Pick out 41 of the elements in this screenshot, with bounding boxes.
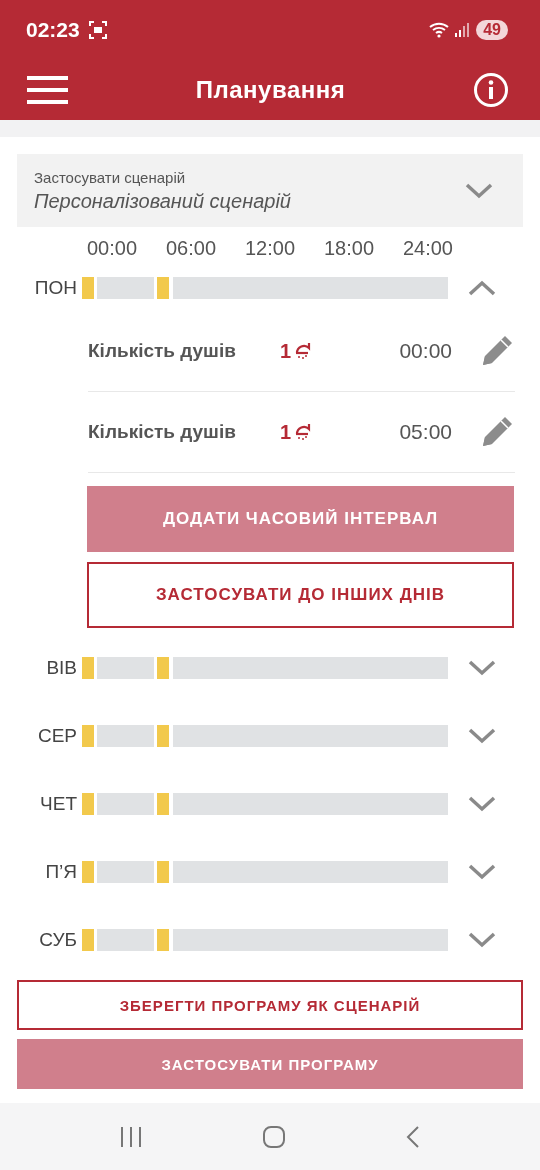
expand-chevron-icon[interactable] [465,182,493,199]
interval-label: Кількість душів [88,421,237,443]
home-icon[interactable] [262,1124,286,1149]
expand-chevron-icon[interactable] [468,660,496,676]
recent-apps-icon[interactable] [119,1125,144,1148]
shower-icon [294,422,313,442]
interval-time: 05:00 [398,420,452,444]
time-axis-label: 18:00 [323,237,374,260]
battery-indicator: 49 [476,20,508,40]
interval-label: Кількість душів [88,340,237,362]
shower-count: 1 [280,339,292,363]
apply-to-other-days-button[interactable]: ЗАСТОСУВАТИ ДО ІНШИХ ДНІВ [87,562,514,628]
collapse-chevron-icon[interactable] [468,280,496,296]
shower-icon [294,341,313,361]
menu-icon[interactable] [27,75,68,105]
day-label: ВІВ [45,657,78,679]
time-axis-label: 06:00 [166,237,217,260]
interval-time: 00:00 [398,339,452,363]
screen-title: Планування [194,76,347,104]
shower-count: 1 [280,420,292,444]
info-icon[interactable] [473,72,509,108]
expand-chevron-icon[interactable] [468,864,496,880]
time-axis-label: 12:00 [244,237,296,260]
day-label: ПОН [33,277,78,299]
screenshot-icon [87,20,108,40]
expand-chevron-icon[interactable] [468,932,496,948]
scenario-dropdown[interactable]: Застосувати сценарій Персоналізований сценарій [17,154,523,227]
back-icon[interactable] [404,1124,421,1149]
status-time: 02:23 [26,18,80,42]
time-axis-label: 00:00 [87,237,138,260]
day-label: СУБ [38,929,78,951]
expand-chevron-icon[interactable] [468,728,496,744]
dropdown-value: Персоналізований сценарій [34,189,292,213]
day-label: П’Я [44,861,78,883]
time-axis-label: 24:00 [402,237,453,260]
signal-icon [454,22,471,38]
dropdown-label: Застосувати сценарій [34,168,187,186]
day-label: ЧЕТ [39,793,78,815]
expand-chevron-icon[interactable] [468,796,496,812]
day-label: СЕР [36,725,78,747]
save-as-scenario-button[interactable]: ЗБЕРЕГТИ ПРОГРАМУ ЯК СЦЕНАРІЙ [17,980,523,1030]
